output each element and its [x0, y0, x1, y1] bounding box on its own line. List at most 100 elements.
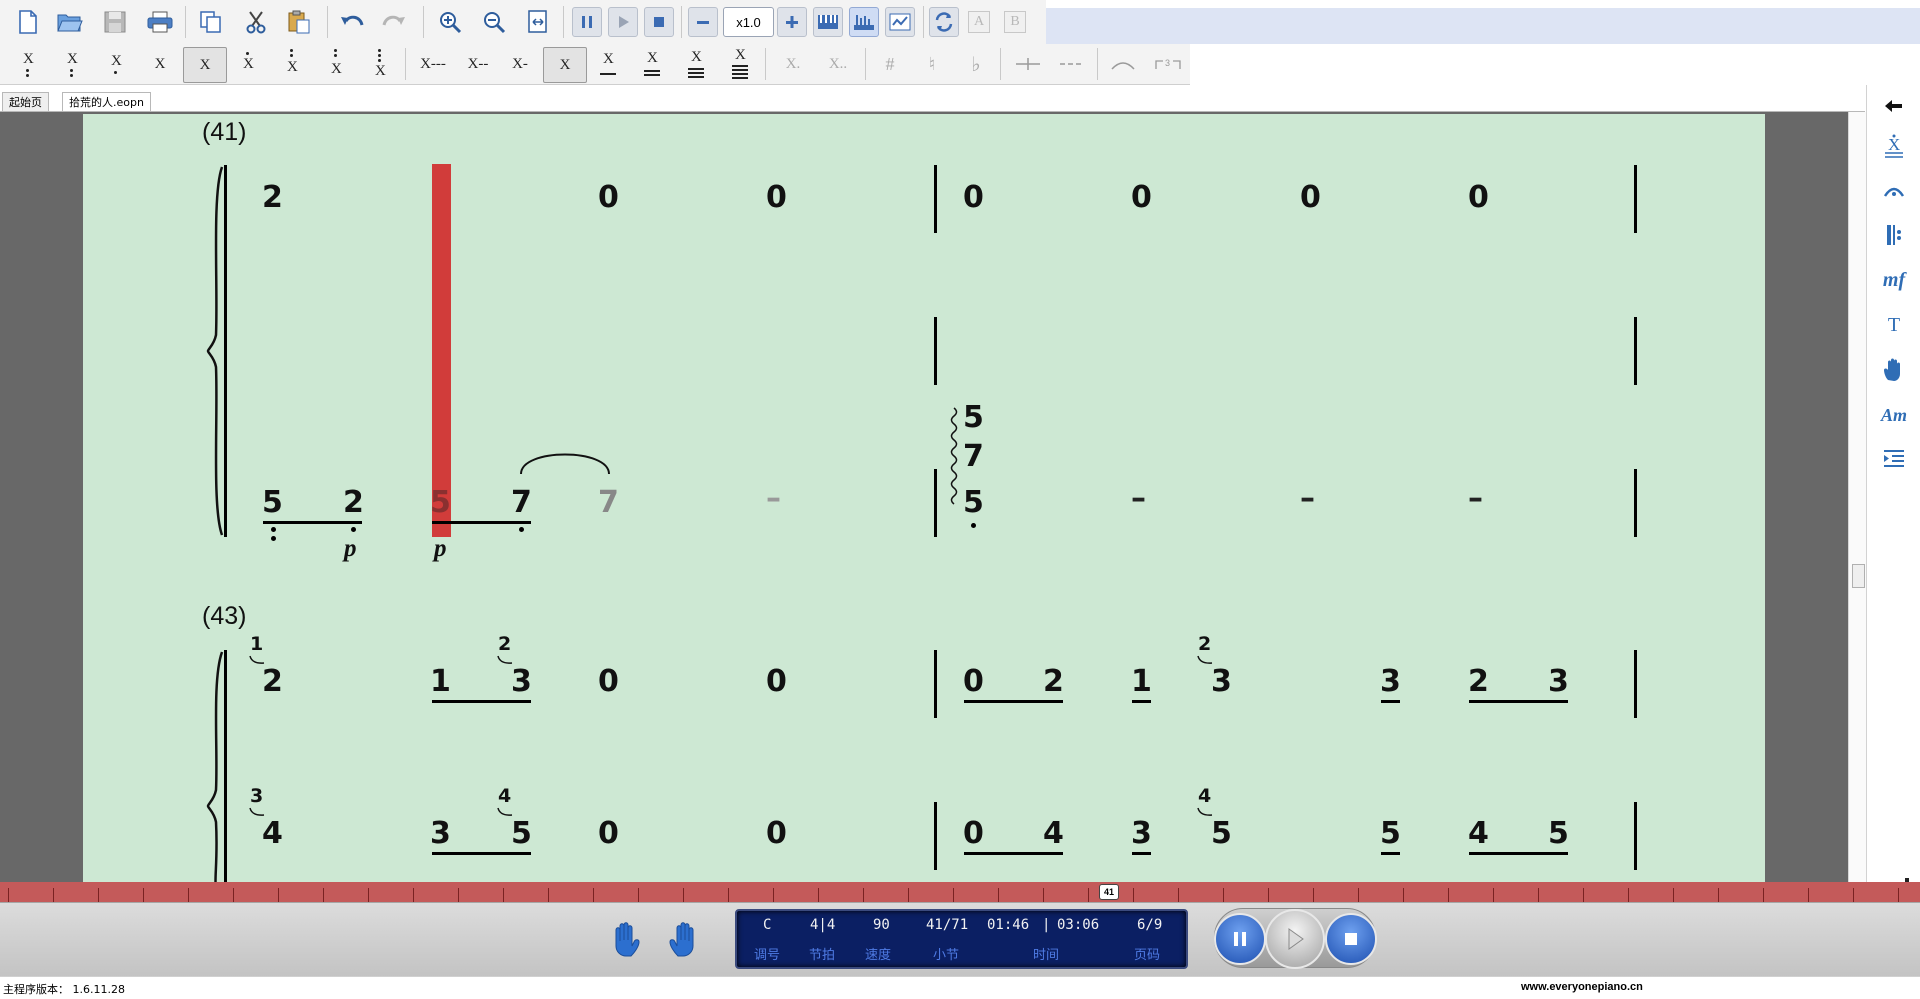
note[interactable]: 5: [511, 819, 532, 849]
new-file-icon[interactable]: [13, 7, 43, 37]
duration-button-1[interactable]: X: [10, 48, 46, 80]
note[interactable]: 3: [1131, 819, 1152, 849]
note-rest[interactable]: 0: [766, 819, 787, 849]
pause-button[interactable]: [572, 7, 602, 37]
note-rest[interactable]: 0: [1300, 183, 1321, 213]
slur-icon[interactable]: [1105, 48, 1141, 80]
redo-icon[interactable]: [379, 7, 409, 37]
speed-up-button[interactable]: [777, 7, 807, 37]
extend-3-button[interactable]: X--: [458, 48, 498, 80]
vertical-scrollbar[interactable]: [1848, 112, 1867, 882]
transport-stop-button[interactable]: [1325, 913, 1377, 965]
note-rest[interactable]: 0: [1468, 183, 1489, 213]
note[interactable]: 7: [511, 488, 532, 518]
extend-2-button[interactable]: X-: [502, 48, 538, 80]
print-icon[interactable]: [145, 7, 175, 37]
note-current[interactable]: 5: [430, 488, 451, 518]
dash-line-icon[interactable]: [1054, 48, 1090, 80]
left-hand-icon[interactable]: [603, 920, 643, 960]
note-rest[interactable]: 0: [963, 183, 984, 213]
arrow-left-icon[interactable]: [1877, 91, 1911, 121]
repeat-icon[interactable]: [1877, 220, 1911, 250]
note[interactable]: 2: [262, 183, 283, 213]
zoom-value[interactable]: x1.0: [723, 7, 774, 37]
score-page[interactable]: [83, 114, 1765, 882]
note[interactable]: 2: [1468, 667, 1489, 697]
play-button[interactable]: [608, 7, 638, 37]
note[interactable]: 3: [430, 819, 451, 849]
chord-Am-icon[interactable]: Am: [1877, 400, 1911, 430]
duration-button-selected[interactable]: X: [183, 47, 227, 83]
tie-break-icon[interactable]: [1010, 48, 1046, 80]
note[interactable]: 1: [1131, 667, 1152, 697]
open-folder-icon[interactable]: [55, 7, 85, 37]
note-style-icon[interactable]: X: [1877, 131, 1911, 161]
note[interactable]: 5: [262, 488, 283, 518]
dot-1-button[interactable]: X.: [775, 48, 811, 80]
extend-4-button[interactable]: X---: [413, 48, 453, 80]
note[interactable]: 2: [262, 667, 283, 697]
flat-button[interactable]: ♭: [958, 48, 994, 80]
chord-note[interactable]: 7: [963, 442, 984, 472]
dot-2-button[interactable]: X..: [818, 48, 858, 80]
slur-tool-icon[interactable]: [1877, 176, 1911, 206]
note[interactable]: 3: [1380, 667, 1401, 697]
stop-button[interactable]: [644, 7, 674, 37]
note[interactable]: 3: [1548, 667, 1569, 697]
convert-icon[interactable]: [929, 7, 959, 37]
letter-b-button[interactable]: B: [1000, 7, 1030, 37]
note[interactable]: 2: [1043, 667, 1064, 697]
note[interactable]: 5: [1548, 819, 1569, 849]
timeline-position-marker[interactable]: 41: [1099, 884, 1119, 900]
right-hand-icon[interactable]: [666, 920, 706, 960]
note[interactable]: 4: [1043, 819, 1064, 849]
note-rest[interactable]: 0: [598, 819, 619, 849]
duration-button-4[interactable]: X: [142, 48, 178, 80]
note-rest[interactable]: 0: [766, 667, 787, 697]
note-rest[interactable]: 0: [598, 667, 619, 697]
duration-button-8[interactable]: X: [318, 48, 354, 80]
keyboard-view-icon[interactable]: [813, 7, 843, 37]
note-rest[interactable]: 0: [963, 819, 984, 849]
indent-icon[interactable]: [1877, 444, 1911, 474]
tab-current-score[interactable]: 拾荒的人.eopn: [62, 92, 151, 111]
note[interactable]: 4: [1468, 819, 1489, 849]
dynamics-mf-icon[interactable]: mf: [1877, 265, 1911, 295]
note-rest[interactable]: 0: [963, 667, 984, 697]
triplet-icon[interactable]: 3: [1150, 48, 1186, 80]
scrollbar-thumb[interactable]: [1852, 564, 1865, 588]
transport-play-button[interactable]: [1265, 909, 1325, 969]
sharp-button[interactable]: #: [872, 48, 908, 80]
note-rest[interactable]: 0: [598, 183, 619, 213]
chord-note[interactable]: 5: [963, 403, 984, 433]
speed-down-button[interactable]: [688, 7, 718, 37]
note[interactable]: 4: [262, 819, 283, 849]
cut-icon[interactable]: [241, 7, 271, 37]
note-rest[interactable]: 0: [1131, 183, 1152, 213]
plain-note-button[interactable]: X: [543, 47, 587, 83]
duration-button-6[interactable]: X: [230, 48, 266, 80]
transport-pause-button[interactable]: [1214, 913, 1266, 965]
natural-button[interactable]: ♮: [914, 48, 950, 80]
website-link[interactable]: www.everyonepiano.cn: [1521, 981, 1643, 993]
tab-start-page[interactable]: 起始页: [2, 92, 49, 111]
note[interactable]: 5: [1211, 819, 1232, 849]
zoom-in-icon[interactable]: [435, 7, 465, 37]
staff-view-icon[interactable]: [849, 7, 879, 37]
paste-icon[interactable]: [284, 7, 314, 37]
zoom-out-icon[interactable]: [479, 7, 509, 37]
chord-note[interactable]: 5: [963, 488, 984, 518]
note[interactable]: 5: [1380, 819, 1401, 849]
underline-2-button[interactable]: X: [634, 48, 670, 80]
note-tied[interactable]: 7: [598, 488, 619, 518]
letter-a-button[interactable]: A: [964, 7, 994, 37]
duration-button-9[interactable]: X: [362, 48, 398, 80]
underline-4-button[interactable]: X: [722, 47, 758, 80]
note[interactable]: 2: [343, 488, 364, 518]
fit-page-icon[interactable]: [523, 7, 553, 37]
note[interactable]: 3: [511, 667, 532, 697]
copy-icon[interactable]: [196, 7, 226, 37]
note[interactable]: 1: [430, 667, 451, 697]
duration-button-3[interactable]: X: [98, 48, 134, 80]
hand-icon[interactable]: [1877, 355, 1911, 385]
